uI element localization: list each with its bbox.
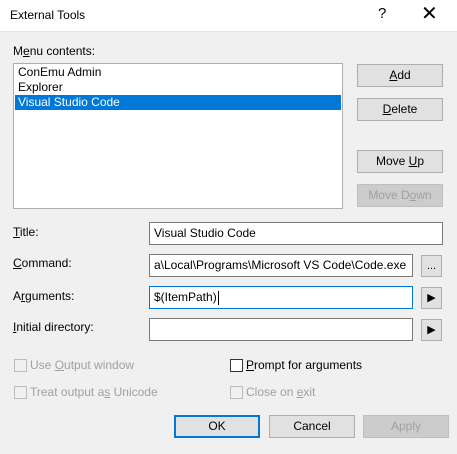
initial-directory-label: Initial directory: — [13, 320, 94, 334]
command-field[interactable]: a\Local\Programs\Microsoft VS Code\Code.… — [149, 254, 413, 277]
list-item-visual-studio-code[interactable]: Visual Studio Code — [15, 95, 341, 110]
initial-directory-field[interactable] — [149, 318, 413, 341]
treat-output-as-unicode-checkbox[interactable] — [14, 386, 27, 399]
title-label: Title: — [13, 225, 39, 239]
initial-directory-macro-arrow-button[interactable]: ▶ — [421, 319, 442, 341]
add-button[interactable]: Add — [357, 64, 443, 87]
cancel-button[interactable]: Cancel — [269, 415, 355, 438]
prompt-for-arguments-label: Prompt for arguments — [246, 358, 363, 372]
command-label: Command: — [13, 256, 72, 270]
browse-command-button[interactable]: ... — [421, 255, 442, 277]
delete-button[interactable]: Delete — [357, 98, 443, 121]
title-field[interactable]: Visual Studio Code — [149, 222, 443, 245]
move-down-button[interactable]: Move Down — [357, 184, 443, 207]
close-on-exit-label: Close on exit — [246, 385, 316, 399]
close-icon[interactable]: ✕ — [421, 2, 438, 26]
arguments-field[interactable]: $(ItemPath) — [149, 286, 413, 309]
move-up-button[interactable]: Move Up — [357, 150, 443, 173]
text-caret — [217, 290, 219, 305]
apply-button[interactable]: Apply — [363, 415, 449, 438]
list-item-conemu-admin[interactable]: ConEmu Admin — [15, 65, 341, 80]
use-output-window-checkbox[interactable] — [14, 359, 27, 372]
window-title: External Tools — [10, 8, 86, 22]
menu-contents-label: Menu contents: — [13, 44, 96, 58]
close-on-exit-checkbox[interactable] — [230, 386, 243, 399]
arguments-macro-arrow-button[interactable]: ▶ — [421, 287, 442, 309]
prompt-for-arguments-checkbox[interactable] — [230, 359, 243, 372]
use-output-window-label: Use Output window — [30, 358, 135, 372]
list-item-explorer[interactable]: Explorer — [15, 80, 341, 95]
menu-contents-list[interactable]: ConEmu Admin Explorer Visual Studio Code — [13, 63, 343, 209]
ok-button[interactable]: OK — [174, 415, 260, 438]
treat-output-as-unicode-label: Treat output as Unicode — [30, 385, 158, 399]
title-bar: External Tools ? ✕ — [0, 0, 457, 32]
arguments-label: Arguments: — [13, 289, 75, 303]
help-icon[interactable]: ? — [378, 5, 386, 22]
